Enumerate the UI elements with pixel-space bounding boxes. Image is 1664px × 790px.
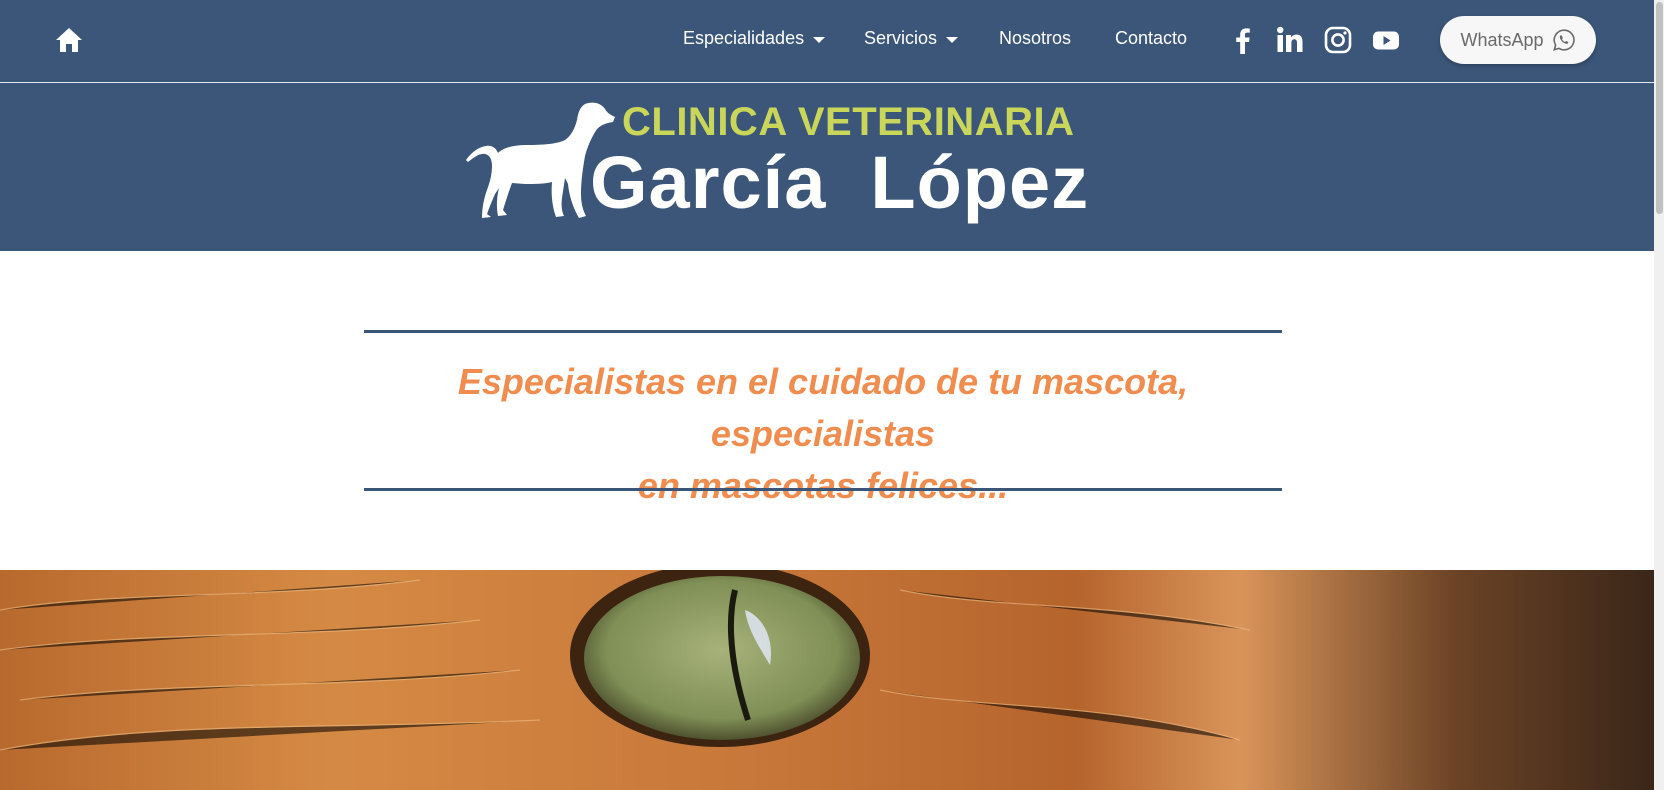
chevron-down-icon: [813, 36, 826, 43]
logo-name-first: García: [590, 141, 827, 224]
logo-name: García López: [590, 140, 1089, 225]
top-navigation-bar: Especialidades Servicios Nosotros Contac…: [0, 0, 1654, 83]
nav-item-label: Servicios: [864, 28, 938, 48]
whatsapp-button[interactable]: WhatsApp: [1440, 16, 1596, 64]
logo-title: CLINICA VETERINARIA: [622, 100, 1075, 144]
tagline-line-2: en mascotas felices...: [637, 465, 1009, 506]
nav-item-label: Nosotros: [999, 28, 1072, 48]
facebook-icon[interactable]: [1228, 25, 1258, 55]
nav-item-label: Especialidades: [683, 28, 805, 48]
home-icon[interactable]: [55, 27, 83, 53]
youtube-icon[interactable]: [1371, 25, 1401, 55]
instagram-icon[interactable]: [1323, 25, 1353, 55]
whatsapp-icon: [1552, 29, 1575, 51]
nav-item-nosotros[interactable]: Nosotros: [999, 28, 1071, 49]
scrollbar-thumb[interactable]: [1656, 2, 1663, 214]
nav-item-label: Contacto: [1115, 28, 1188, 48]
logo-name-last: López: [870, 141, 1090, 224]
divider-top: [364, 330, 1282, 333]
nav-item-contacto[interactable]: Contacto: [1115, 28, 1187, 49]
whatsapp-label: WhatsApp: [1460, 29, 1544, 50]
tagline-line-1: Especialistas en el cuidado de tu mascot…: [457, 361, 1189, 454]
nav-item-servicios[interactable]: Servicios: [864, 28, 959, 49]
divider-bottom: [364, 488, 1282, 491]
hero-image: [0, 570, 1654, 790]
chevron-down-icon: [946, 36, 959, 43]
nav-item-especialidades[interactable]: Especialidades: [683, 28, 826, 49]
linkedin-icon[interactable]: [1275, 25, 1305, 55]
cat-eye-photo: [0, 570, 1251, 751]
